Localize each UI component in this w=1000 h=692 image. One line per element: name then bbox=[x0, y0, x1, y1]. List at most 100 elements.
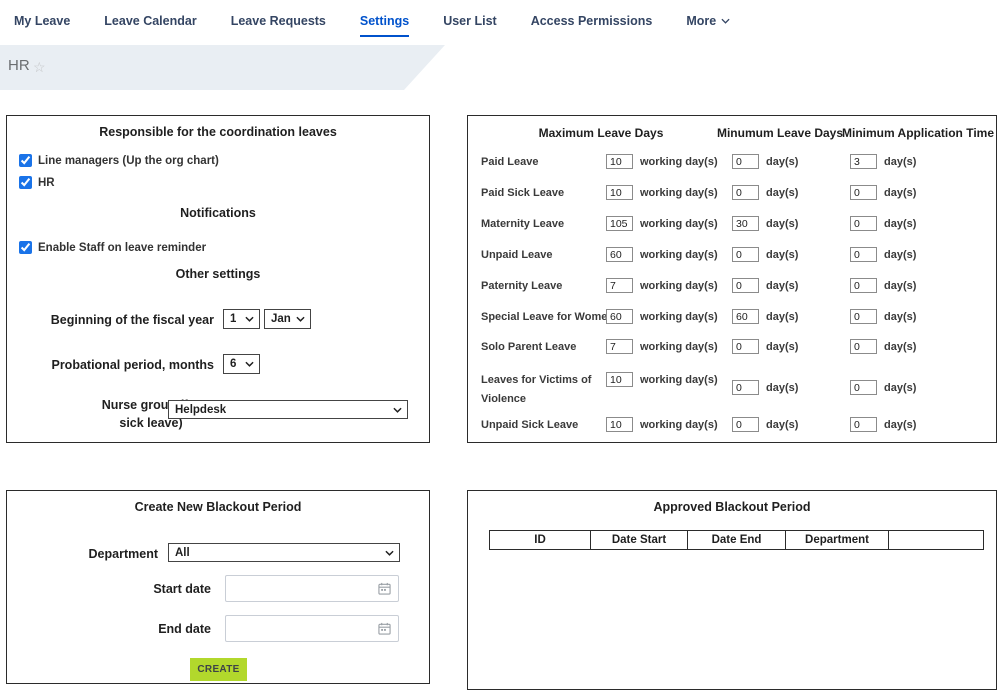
min-days-input[interactable] bbox=[732, 278, 759, 293]
min-app-time-input[interactable] bbox=[850, 216, 877, 231]
unit-label: day(s) bbox=[884, 156, 916, 168]
department-select[interactable]: All bbox=[168, 543, 400, 562]
chevron-down-icon bbox=[385, 550, 394, 556]
fiscal-day-select[interactable]: 1 bbox=[223, 309, 260, 329]
checkbox-label: Line managers (Up the org chart) bbox=[38, 155, 219, 167]
min-days-input[interactable] bbox=[732, 417, 759, 432]
tab-access-permissions[interactable]: Access Permissions bbox=[531, 0, 653, 35]
leave-reminder-checkbox-row[interactable]: Enable Staff on leave reminder bbox=[19, 241, 206, 254]
min-app-time-input[interactable] bbox=[850, 417, 877, 432]
unit-label: working day(s) bbox=[640, 249, 718, 261]
min-app-time-input[interactable] bbox=[850, 380, 877, 395]
tab-leave-calendar[interactable]: Leave Calendar bbox=[104, 0, 196, 35]
column-header-date-start: Date Start bbox=[591, 531, 688, 550]
probation-select[interactable]: 6 bbox=[223, 354, 260, 374]
approved-blackout-panel: Approved Blackout Period ID Date Start D… bbox=[467, 490, 997, 690]
column-header-actions bbox=[889, 531, 984, 550]
unit-label: day(s) bbox=[766, 156, 798, 168]
tab-label: Leave Requests bbox=[231, 14, 326, 28]
probation-label: Probational period, months bbox=[7, 358, 214, 372]
leave-row-paternity-leave: Paternity Leave working day(s) day(s) da… bbox=[468, 278, 996, 298]
max-days-input[interactable] bbox=[606, 154, 633, 169]
end-date-label: End date bbox=[7, 622, 211, 636]
tab-label: Leave Calendar bbox=[104, 14, 196, 28]
leave-type-label: Maternity Leave bbox=[481, 218, 564, 230]
unit-label: working day(s) bbox=[640, 311, 718, 323]
chevron-down-icon bbox=[296, 316, 305, 322]
max-days-input[interactable] bbox=[606, 185, 633, 200]
tab-label: Settings bbox=[360, 14, 409, 28]
min-days-input[interactable] bbox=[732, 247, 759, 262]
department-label: Department bbox=[7, 547, 158, 561]
min-app-time-input[interactable] bbox=[850, 154, 877, 169]
page-header-banner: HR ☆ bbox=[0, 45, 1000, 90]
leave-type-label: Paid Leave bbox=[481, 156, 538, 168]
start-date-label: Start date bbox=[7, 582, 211, 596]
unit-label: day(s) bbox=[884, 280, 916, 292]
nurse-group-select[interactable]: Helpdesk bbox=[168, 400, 408, 419]
chevron-down-icon bbox=[721, 18, 730, 24]
line-managers-checkbox-row[interactable]: Line managers (Up the org chart) bbox=[19, 154, 219, 167]
page-title: HR bbox=[8, 57, 30, 74]
calendar-icon[interactable] bbox=[378, 622, 391, 635]
hr-checkbox-row[interactable]: HR bbox=[19, 176, 55, 189]
create-button[interactable]: CREATE bbox=[190, 658, 247, 681]
min-days-input[interactable] bbox=[732, 154, 759, 169]
max-days-input[interactable] bbox=[606, 417, 633, 432]
min-days-input[interactable] bbox=[732, 185, 759, 200]
tab-settings[interactable]: Settings bbox=[360, 0, 409, 37]
max-days-input[interactable] bbox=[606, 309, 633, 324]
min-app-time-input[interactable] bbox=[850, 247, 877, 262]
unit-label: day(s) bbox=[766, 280, 798, 292]
unit-label: working day(s) bbox=[640, 374, 718, 386]
min-days-input[interactable] bbox=[732, 380, 759, 395]
checkbox-label: HR bbox=[38, 177, 55, 189]
max-days-input[interactable] bbox=[606, 247, 633, 262]
unit-label: working day(s) bbox=[640, 419, 718, 431]
banner-background bbox=[0, 45, 1000, 90]
max-days-input[interactable] bbox=[606, 372, 633, 387]
leave-type-label: Paid Sick Leave bbox=[481, 187, 564, 199]
leave-row-victims-of-violence: Leaves for Victims of Violence working d… bbox=[468, 371, 996, 409]
table-header-row: ID Date Start Date End Department bbox=[490, 531, 984, 550]
end-date-input[interactable] bbox=[225, 615, 399, 642]
leave-row-unpaid-leave: Unpaid Leave working day(s) day(s) day(s… bbox=[468, 247, 996, 267]
select-value: 6 bbox=[230, 358, 236, 370]
unit-label: day(s) bbox=[884, 249, 916, 261]
min-app-time-input[interactable] bbox=[850, 185, 877, 200]
start-date-input[interactable] bbox=[225, 575, 399, 602]
min-app-time-input[interactable] bbox=[850, 309, 877, 324]
tab-label: More bbox=[686, 14, 716, 28]
min-app-time-input[interactable] bbox=[850, 278, 877, 293]
chevron-down-icon bbox=[245, 316, 254, 322]
min-days-input[interactable] bbox=[732, 339, 759, 354]
top-navigation: My Leave Leave Calendar Leave Requests S… bbox=[0, 0, 1000, 45]
tab-more[interactable]: More bbox=[686, 0, 730, 35]
star-icon[interactable]: ☆ bbox=[33, 59, 46, 76]
select-value: 1 bbox=[230, 313, 236, 325]
min-days-input[interactable] bbox=[732, 309, 759, 324]
min-app-time-input[interactable] bbox=[850, 339, 877, 354]
leave-reminder-checkbox[interactable] bbox=[19, 241, 32, 254]
hr-checkbox[interactable] bbox=[19, 176, 32, 189]
column-header-id: ID bbox=[490, 531, 591, 550]
tab-my-leave[interactable]: My Leave bbox=[14, 0, 70, 35]
unit-label: working day(s) bbox=[640, 218, 718, 230]
other-settings-title: Other settings bbox=[7, 267, 429, 281]
max-days-input[interactable] bbox=[606, 339, 633, 354]
leave-days-panel: Maximum Leave Days Minumum Leave Days Mi… bbox=[467, 115, 997, 443]
min-days-input[interactable] bbox=[732, 216, 759, 231]
line-managers-checkbox[interactable] bbox=[19, 154, 32, 167]
tab-label: My Leave bbox=[14, 14, 70, 28]
calendar-icon[interactable] bbox=[378, 582, 391, 595]
fiscal-month-select[interactable]: Jan bbox=[264, 309, 311, 329]
tab-leave-requests[interactable]: Leave Requests bbox=[231, 0, 326, 35]
select-value: Jan bbox=[271, 313, 291, 325]
max-days-input[interactable] bbox=[606, 216, 633, 231]
leave-row-unpaid-sick-leave: Unpaid Sick Leave working day(s) day(s) … bbox=[468, 417, 996, 437]
max-days-input[interactable] bbox=[606, 278, 633, 293]
unit-label: day(s) bbox=[766, 249, 798, 261]
tab-user-list[interactable]: User List bbox=[443, 0, 497, 35]
unit-label: day(s) bbox=[884, 311, 916, 323]
leave-type-label: Solo Parent Leave bbox=[481, 341, 576, 353]
